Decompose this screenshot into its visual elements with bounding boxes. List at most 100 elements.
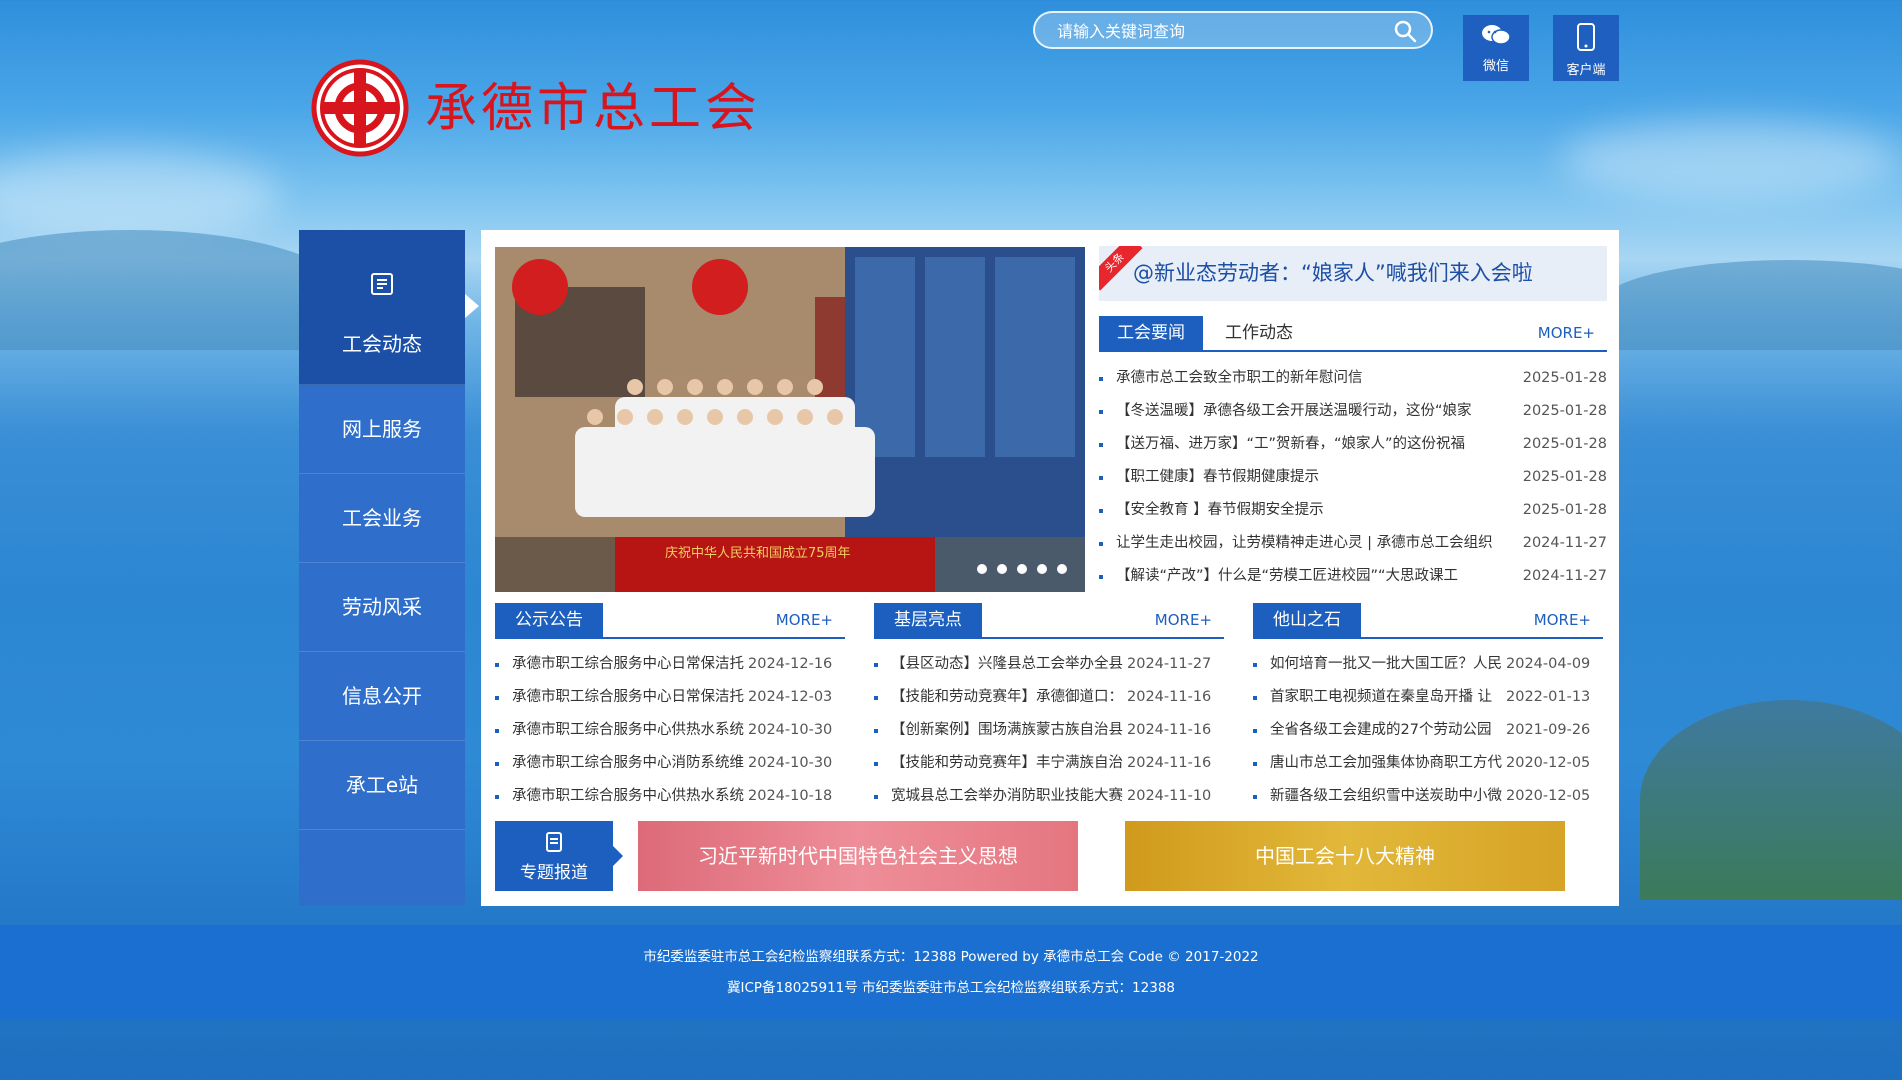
list-item: 【技能和劳动竞赛年】丰宁满族自治 2024-11-16 (874, 747, 1224, 780)
list-item: 承德市总工会致全市职工的新年慰问信 2025-01-28 (1099, 362, 1607, 395)
news-more-link[interactable]: MORE+ (1538, 324, 1595, 342)
bullet-icon (874, 663, 878, 667)
grassroots-item-date: 2024-11-10 (1127, 788, 1212, 804)
bullet-icon (1099, 476, 1103, 480)
bullet-icon (874, 696, 878, 700)
bullet-icon (874, 762, 878, 766)
document-icon (546, 832, 562, 852)
grassroots-item-title[interactable]: 【技能和劳动竞赛年】丰宁满族自治 (891, 747, 1127, 780)
news-date: 2025-01-28 (1522, 436, 1607, 452)
bullet-icon (874, 795, 878, 799)
tab-work-news[interactable]: 工作动态 (1207, 316, 1311, 350)
carousel-dot[interactable] (1037, 564, 1047, 574)
others-item-title[interactable]: 首家职工电视频道在秦皇岛开播 让 (1270, 681, 1506, 714)
bullet-icon (1253, 729, 1257, 733)
news-date: 2024-11-27 (1522, 535, 1607, 551)
others-title[interactable]: 他山之石 (1253, 603, 1361, 637)
list-item: 承德市职工综合服务中心供热水系统 2024-10-18 (495, 780, 845, 813)
sky-cloud (1560, 120, 1900, 200)
search-input[interactable] (1055, 19, 1379, 43)
bullet-icon (1099, 410, 1103, 414)
news-title[interactable]: 【冬送温暖】承德各级工会开展送温暖行动，这份“娘家 (1116, 395, 1514, 428)
notice-item-title[interactable]: 承德市职工综合服务中心日常保洁托 (512, 681, 748, 714)
nav-item-e-station[interactable]: 承工e站 (299, 741, 465, 830)
grassroots-item-title[interactable]: 【创新案例】围场满族蒙古族自治县 (891, 714, 1127, 747)
search-icon[interactable] (1393, 19, 1417, 43)
others-more-link[interactable]: MORE+ (1534, 611, 1591, 629)
bullet-icon (1099, 509, 1103, 513)
list-item: 【冬送温暖】承德各级工会开展送温暖行动，这份“娘家 2025-01-28 (1099, 395, 1607, 428)
others-item-title[interactable]: 唐山市总工会加强集体协商职工方代 (1270, 747, 1506, 780)
grassroots-item-title[interactable]: 【技能和劳动竞赛年】承德御道口： (891, 681, 1127, 714)
promo-union-congress[interactable]: 中国工会十八大精神 (1125, 821, 1565, 891)
list-item: 【职工健康】春节假期健康提示 2025-01-28 (1099, 461, 1607, 494)
others-item-title[interactable]: 全省各级工会建成的27个劳动公园 (1270, 714, 1506, 747)
list-item: 【安全教育 】春节假期安全提示 2025-01-28 (1099, 494, 1607, 527)
notice-item-date: 2024-12-16 (748, 656, 833, 672)
news-title[interactable]: 承德市总工会致全市职工的新年慰问信 (1116, 362, 1514, 395)
headline-title[interactable]: @新业态劳动者：“娘家人”喊我们来入会啦 (1133, 246, 1533, 301)
notice-item-title[interactable]: 承德市职工综合服务中心消防系统维 (512, 747, 748, 780)
nav-item-info-disclosure[interactable]: 信息公开 (299, 652, 465, 741)
grassroots-item-date: 2024-11-27 (1127, 656, 1212, 672)
news-list: 承德市总工会致全市职工的新年慰问信 2025-01-28 【冬送温暖】承德各级工会… (1099, 362, 1607, 593)
carousel-dot[interactable] (997, 564, 1007, 574)
list-item: 【县区动态】兴隆县总工会举办全县 2024-11-27 (874, 648, 1224, 681)
list-item: 全省各级工会建成的27个劳动公园 2021-09-26 (1253, 714, 1603, 747)
client-label: 客户端 (1566, 63, 1606, 78)
bullet-icon (1099, 542, 1103, 546)
notice-item-title[interactable]: 承德市职工综合服务中心日常保洁托 (512, 648, 748, 681)
list-item: 【创新案例】围场满族蒙古族自治县 2024-11-16 (874, 714, 1224, 747)
carousel-dot[interactable] (1017, 564, 1027, 574)
others-item-date: 2022-01-13 (1506, 689, 1591, 705)
others-item-date: 2020-12-05 (1506, 755, 1591, 771)
footer: 市纪委监委驻市总工会纪检监察组联系方式：12388 Powered by 承德市… (0, 925, 1902, 1020)
promo-xi-thought[interactable]: 习近平新时代中国特色社会主义思想 (638, 821, 1078, 891)
news-title[interactable]: 让学生走出校园，让劳模精神走进心灵 | 承德市总工会组织 (1116, 527, 1514, 560)
bullet-icon (1099, 377, 1103, 381)
grassroots-more-link[interactable]: MORE+ (1155, 611, 1212, 629)
carousel-dot[interactable] (977, 564, 987, 574)
notice-item-date: 2024-10-30 (748, 755, 833, 771)
union-logo[interactable] (310, 58, 410, 158)
list-item: 承德市职工综合服务中心日常保洁托 2024-12-16 (495, 648, 845, 681)
others-column: 他山之石 MORE+ 如何培育一批又一批大国工匠？人民 2024-04-09 首家职… (1253, 603, 1603, 813)
banner-caption: 庆祝中华人民共和国成立75周年 (665, 546, 851, 561)
special-report-button[interactable]: 专题报道 (495, 821, 623, 891)
bullet-icon (1099, 443, 1103, 447)
notice-item-title[interactable]: 承德市职工综合服务中心供热水系统 (512, 780, 748, 813)
client-button[interactable]: 客户端 (1553, 15, 1619, 81)
photo-carousel[interactable]: 庆祝中华人民共和国成立75周年 (495, 247, 1085, 592)
bullet-icon (874, 729, 878, 733)
notice-more-link[interactable]: MORE+ (776, 611, 833, 629)
notice-title[interactable]: 公示公告 (495, 603, 603, 637)
nav-item-online-service[interactable]: 网上服务 (299, 385, 465, 474)
list-item: 新疆各级工会组织雪中送炭助中小微 2020-12-05 (1253, 780, 1603, 813)
nav-item-union-business[interactable]: 工会业务 (299, 474, 465, 563)
news-tabs: 工会要闻 工作动态 MORE+ (1099, 316, 1607, 352)
mobile-phone-icon (1577, 23, 1595, 51)
notice-item-title[interactable]: 承德市职工综合服务中心供热水系统 (512, 714, 748, 747)
bg-mountain (1600, 260, 1902, 350)
news-title[interactable]: 【安全教育 】春节假期安全提示 (1116, 494, 1514, 527)
news-title[interactable]: 【送万福、进万家】“工”贺新春，“娘家人”的这份祝福 (1116, 428, 1514, 461)
grassroots-item-title[interactable]: 宽城县总工会举办消防职业技能大赛 (891, 780, 1127, 813)
others-item-title[interactable]: 如何培育一批又一批大国工匠？人民 (1270, 648, 1506, 681)
headline-banner[interactable]: 头条 @新业态劳动者：“娘家人”喊我们来入会啦 (1099, 246, 1607, 301)
nav-item-labor-style[interactable]: 劳动风采 (299, 563, 465, 652)
news-date: 2025-01-28 (1522, 469, 1607, 485)
news-title[interactable]: 【解读“产改”】什么是“劳模工匠进校园”“大思政课工 (1116, 560, 1514, 593)
grassroots-item-title[interactable]: 【县区动态】兴隆县总工会举办全县 (891, 648, 1127, 681)
nav-item-union-news[interactable]: 工会动态 (299, 230, 479, 385)
carousel-dot[interactable] (1057, 564, 1067, 574)
grassroots-title[interactable]: 基层亮点 (874, 603, 982, 637)
others-item-title[interactable]: 新疆各级工会组织雪中送炭助中小微 (1270, 780, 1506, 813)
news-title[interactable]: 【职工健康】春节假期健康提示 (1116, 461, 1514, 494)
bullet-icon (495, 795, 499, 799)
wechat-icon (1482, 25, 1511, 45)
tab-union-news[interactable]: 工会要闻 (1099, 316, 1203, 350)
wechat-button[interactable]: 微信 (1463, 15, 1529, 81)
list-item: 【解读“产改”】什么是“劳模工匠进校园”“大思政课工 2024-11-27 (1099, 560, 1607, 593)
news-date: 2025-01-28 (1522, 502, 1607, 518)
search-box[interactable] (1033, 11, 1433, 49)
